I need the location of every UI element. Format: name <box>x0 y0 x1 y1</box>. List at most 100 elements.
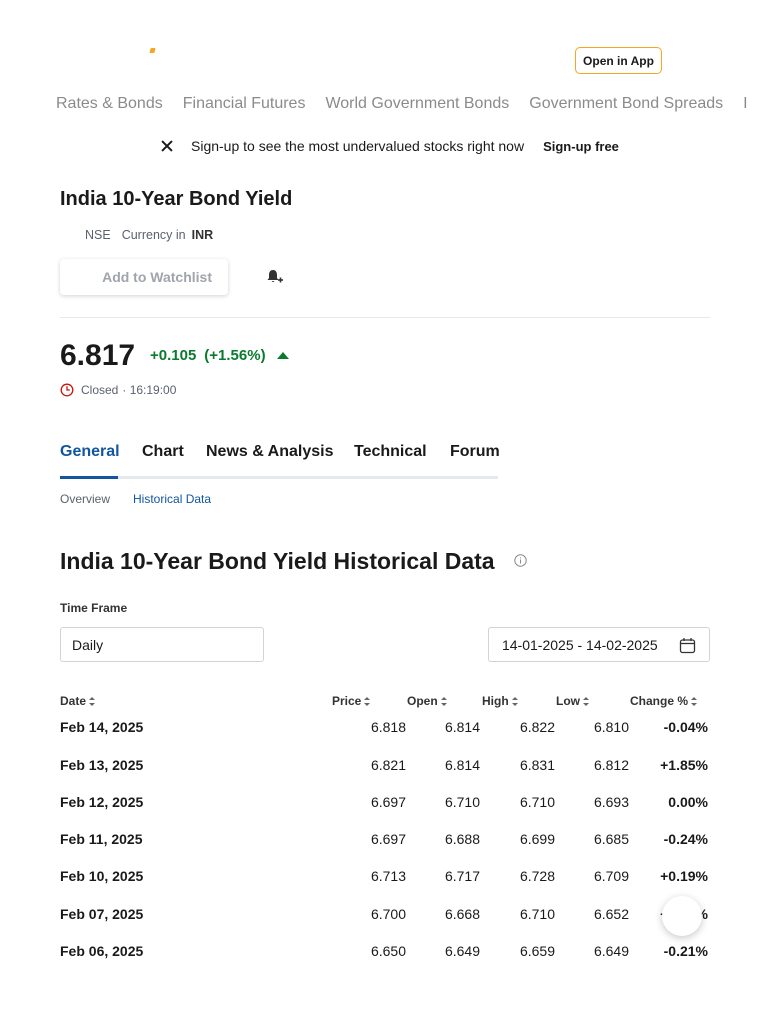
cell-price: 6.713 <box>370 868 406 885</box>
bell-plus-icon[interactable] <box>265 268 283 286</box>
cell-low: 6.709 <box>593 868 629 885</box>
info-icon[interactable] <box>514 554 527 567</box>
table-row: Feb 14, 2025 6.818 6.814 6.822 6.810 -0.04% <box>60 712 710 749</box>
sort-icon <box>691 696 698 706</box>
market-status: Closed · 16:19:00 <box>60 383 176 397</box>
currency-value: INR <box>191 228 214 242</box>
floating-action-button[interactable] <box>662 896 702 936</box>
cell-high: 6.699 <box>519 831 555 848</box>
instrument-meta: NSE Currency in INR <box>85 228 213 242</box>
signup-free-link[interactable]: Sign-up free <box>543 139 619 154</box>
cell-low: 6.810 <box>593 719 629 736</box>
table-header: Date Price Open High Low Change % <box>60 690 710 712</box>
sort-icon <box>511 696 518 706</box>
last-price: 6.817 <box>60 339 136 372</box>
nav-item-rates-bonds[interactable]: Rates & Bonds <box>56 95 163 113</box>
add-to-watchlist-button[interactable]: Add to Watchlist <box>60 259 228 295</box>
cell-change: +1.85% <box>660 756 708 773</box>
table-body: Feb 14, 2025 6.818 6.814 6.822 6.810 -0.04% Fe… <box>60 712 710 973</box>
cell-high: 6.822 <box>519 719 555 736</box>
cell-high: 6.728 <box>519 868 555 885</box>
cell-high: 6.831 <box>519 756 555 773</box>
cell-low: 6.812 <box>593 756 629 773</box>
cell-date: Feb 06, 2025 <box>60 943 144 960</box>
column-header-change[interactable]: Change % <box>630 694 698 708</box>
table-row: Feb 13, 2025 6.821 6.814 6.831 6.812 +1.85% <box>60 749 710 786</box>
close-icon[interactable] <box>160 139 174 153</box>
date-range-value: 14-01-2025 - 14-02-2025 <box>502 636 658 653</box>
historical-data-title: India 10-Year Bond Yield Historical Data <box>60 548 495 574</box>
cell-change: 0.00% <box>668 793 708 810</box>
subnav-overview[interactable]: Overview <box>60 492 110 506</box>
date-range-picker[interactable]: 14-01-2025 - 14-02-2025 <box>488 627 710 662</box>
sub-navigation: Overview Historical Data <box>60 492 211 506</box>
tab-news-analysis[interactable]: News & Analysis <box>206 443 333 461</box>
cell-low: 6.693 <box>593 793 629 810</box>
nav-item-financial-futures[interactable]: Financial Futures <box>183 95 306 113</box>
cell-price: 6.700 <box>370 905 406 922</box>
cell-open: 6.668 <box>444 905 480 922</box>
sort-icon <box>89 696 96 706</box>
cell-open: 6.688 <box>444 831 480 848</box>
currency-label: Currency in <box>121 228 186 242</box>
cell-date: Feb 07, 2025 <box>60 905 144 922</box>
cell-change: +0.19% <box>660 868 708 885</box>
cell-change: -0.21% <box>663 943 708 960</box>
tab-technical[interactable]: Technical <box>354 443 427 461</box>
time-frame-select[interactable]: Daily <box>60 627 264 662</box>
cell-open: 6.814 <box>444 756 480 773</box>
tab-forum[interactable]: Forum <box>450 443 500 461</box>
tab-general[interactable]: General <box>60 443 120 461</box>
sort-icon <box>583 696 589 706</box>
up-arrow-icon <box>276 352 289 359</box>
clock-icon <box>60 383 74 397</box>
sort-icon <box>440 696 447 706</box>
category-nav: Rates & Bonds Financial Futures World Go… <box>56 95 748 113</box>
table-row: Feb 10, 2025 6.713 6.717 6.728 6.709 +0.19% <box>60 861 710 898</box>
cell-change: -0.04% <box>663 719 708 736</box>
column-header-price[interactable]: Price <box>332 694 371 708</box>
sort-icon <box>364 696 371 706</box>
cell-open: 6.710 <box>444 793 480 810</box>
table-row: Feb 11, 2025 6.697 6.688 6.699 6.685 -0.24% <box>60 824 710 861</box>
cell-date: Feb 14, 2025 <box>60 719 144 736</box>
cell-date: Feb 10, 2025 <box>60 868 144 885</box>
cell-date: Feb 13, 2025 <box>60 756 144 773</box>
cell-open: 6.649 <box>444 943 480 960</box>
main-tabs: General Chart News & Analysis Technical … <box>60 443 500 479</box>
cell-price: 6.697 <box>370 831 406 848</box>
table-row: Feb 12, 2025 6.697 6.710 6.710 6.693 0.00% <box>60 787 710 824</box>
cell-date: Feb 11, 2025 <box>60 831 143 848</box>
tab-chart[interactable]: Chart <box>142 443 184 461</box>
open-in-app-button[interactable]: Open in App <box>575 47 662 74</box>
logo-mark <box>149 48 156 53</box>
table-row: Feb 06, 2025 6.650 6.649 6.659 6.649 -0.21% <box>60 936 710 973</box>
nav-item-government-bond-spreads[interactable]: Government Bond Spreads <box>529 95 723 113</box>
subnav-historical-data[interactable]: Historical Data <box>133 492 211 506</box>
cell-change: -0.24% <box>663 831 708 848</box>
price-change: +0.105 (+1.56%) <box>150 347 289 364</box>
calendar-icon <box>679 638 696 654</box>
column-header-open[interactable]: Open <box>407 694 447 708</box>
cell-price: 6.821 <box>370 756 406 773</box>
cell-price: 6.697 <box>370 793 406 810</box>
cell-high: 6.659 <box>519 943 555 960</box>
exchange-label: NSE <box>85 228 111 242</box>
historical-data-table: Date Price Open High Low Change % Feb 14… <box>60 690 710 973</box>
nav-item-world-government-bonds[interactable]: World Government Bonds <box>325 95 509 113</box>
table-row: Feb 07, 20256.7006.6686.7106.652+0.75% <box>60 898 710 935</box>
cell-high: 6.710 <box>519 793 555 810</box>
cell-price: 6.650 <box>370 943 406 960</box>
column-header-high[interactable]: High <box>482 694 518 708</box>
nav-item-truncated[interactable]: I <box>743 95 747 113</box>
cell-price: 6.818 <box>370 719 406 736</box>
signup-banner: Sign-up to see the most undervalued stoc… <box>160 138 619 154</box>
cell-high: 6.710 <box>519 905 555 922</box>
column-header-low[interactable]: Low <box>556 694 589 708</box>
instrument-title: India 10-Year Bond Yield <box>60 188 293 210</box>
cell-date: Feb 12, 2025 <box>60 793 144 810</box>
active-tab-indicator <box>60 476 118 479</box>
time-frame-label: Time Frame <box>60 601 128 615</box>
cell-low: 6.649 <box>593 943 629 960</box>
column-header-date[interactable]: Date <box>60 694 96 708</box>
